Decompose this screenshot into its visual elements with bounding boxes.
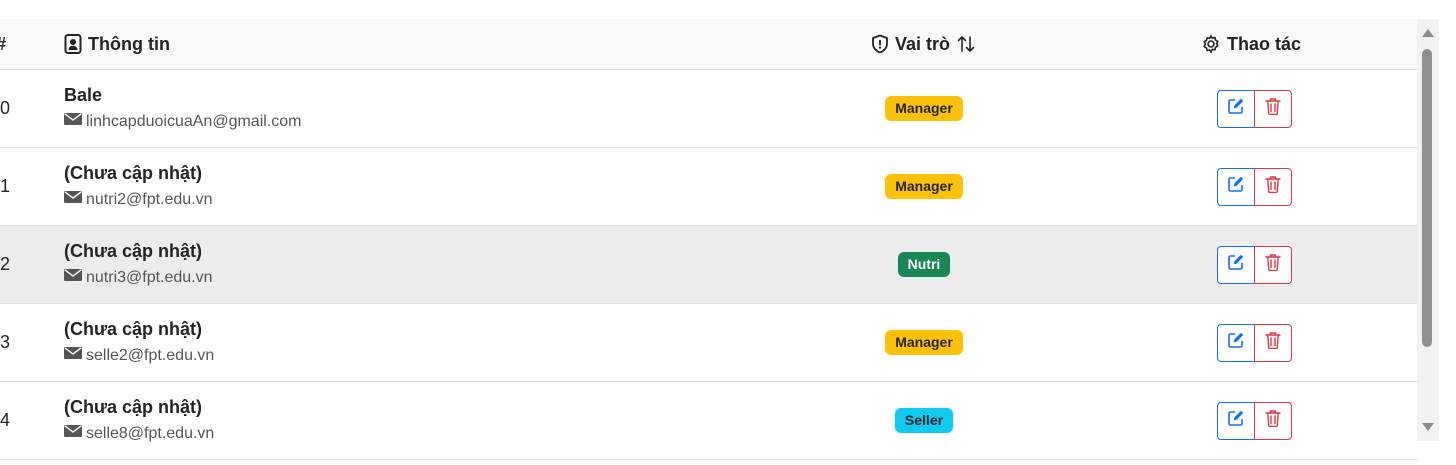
scroll-down-arrow-icon[interactable] xyxy=(1422,423,1434,431)
delete-button[interactable] xyxy=(1254,401,1292,440)
table-row: 2 (Chưa cập nhật) nutri3@fpt.edu.vn Nutr… xyxy=(0,226,1417,304)
header-actions-label: Thao tác xyxy=(1227,33,1302,54)
header-info: Thông tin xyxy=(64,19,170,69)
user-info: Bale linhcapduoicuaAn@gmail.com xyxy=(64,84,301,131)
row-actions xyxy=(1217,226,1292,303)
shield-icon xyxy=(871,34,889,54)
row-index: 0 xyxy=(0,98,11,118)
edit-icon xyxy=(1227,409,1245,432)
edit-button[interactable] xyxy=(1217,401,1255,440)
role-badge: Seller xyxy=(894,408,954,433)
edit-icon xyxy=(1227,97,1245,120)
edit-button[interactable] xyxy=(1217,89,1255,128)
role-cell: Seller xyxy=(864,382,984,459)
trash-icon xyxy=(1265,331,1281,354)
trash-icon xyxy=(1265,409,1281,432)
trash-icon xyxy=(1265,175,1281,198)
user-email: linhcapduoicuaAn@gmail.com xyxy=(64,112,301,131)
user-email: nutri3@fpt.edu.vn xyxy=(64,268,213,287)
row-actions xyxy=(1217,304,1292,381)
table-header: # Thông tin Vai trò Thao tác xyxy=(0,19,1417,70)
row-actions xyxy=(1217,148,1292,225)
header-role[interactable]: Vai trò xyxy=(871,19,976,69)
row-actions xyxy=(1217,382,1292,459)
header-index-label: # xyxy=(0,34,6,55)
user-name: (Chưa cập nhật) xyxy=(64,397,203,417)
user-info: (Chưa cập nhật) nutri2@fpt.edu.vn xyxy=(64,162,213,209)
envelope-icon xyxy=(64,424,82,443)
user-name: Bale xyxy=(64,85,103,105)
contact-card-icon xyxy=(64,34,82,54)
table-row: 3 (Chưa cập nhật) selle2@fpt.edu.vn Mana… xyxy=(0,304,1417,382)
gear-icon xyxy=(1201,34,1221,54)
table-row: 1 (Chưa cập nhật) nutri2@fpt.edu.vn Mana… xyxy=(0,148,1417,226)
users-table: # Thông tin Vai trò Thao tác 0 xyxy=(0,19,1417,465)
table-row: 4 (Chưa cập nhật) selle8@fpt.edu.vn Sell… xyxy=(0,382,1417,460)
edit-icon xyxy=(1227,331,1245,354)
user-name: (Chưa cập nhật) xyxy=(64,241,203,261)
row-index: 3 xyxy=(0,332,11,352)
trash-icon xyxy=(1265,97,1281,120)
user-email: nutri2@fpt.edu.vn xyxy=(64,190,213,209)
role-badge: Manager xyxy=(885,174,963,199)
edit-icon xyxy=(1227,175,1245,198)
row-actions xyxy=(1217,70,1292,147)
role-cell: Manager xyxy=(864,304,984,381)
delete-button[interactable] xyxy=(1254,323,1292,362)
user-email-text: selle2@fpt.edu.vn xyxy=(86,346,215,364)
user-email: selle2@fpt.edu.vn xyxy=(64,346,214,365)
table-row: 0 Bale linhcapduoicuaAn@gmail.com Manage… xyxy=(0,70,1417,148)
user-email-text: selle8@fpt.edu.vn xyxy=(86,424,215,442)
user-info: (Chưa cập nhật) selle8@fpt.edu.vn xyxy=(64,396,214,443)
envelope-icon xyxy=(64,268,82,287)
user-email: selle8@fpt.edu.vn xyxy=(64,424,214,443)
edit-icon xyxy=(1227,253,1245,276)
header-info-label: Thông tin xyxy=(88,33,170,54)
row-index: 2 xyxy=(0,254,11,274)
sort-arrows-icon[interactable] xyxy=(956,34,976,54)
header-role-label: Vai trò xyxy=(895,33,951,54)
delete-button[interactable] xyxy=(1254,245,1292,284)
row-index: 4 xyxy=(0,410,11,430)
envelope-icon xyxy=(64,190,82,209)
header-actions: Thao tác xyxy=(1201,19,1301,69)
user-name: (Chưa cập nhật) xyxy=(64,319,203,339)
row-index: 1 xyxy=(0,176,11,196)
scroll-up-arrow-icon[interactable] xyxy=(1422,29,1434,37)
user-email-text: nutri3@fpt.edu.vn xyxy=(86,268,213,286)
user-info: (Chưa cập nhật) nutri3@fpt.edu.vn xyxy=(64,240,213,287)
edit-button[interactable] xyxy=(1217,167,1255,206)
user-info: (Chưa cập nhật) selle2@fpt.edu.vn xyxy=(64,318,214,365)
edit-button[interactable] xyxy=(1217,245,1255,284)
role-badge: Manager xyxy=(885,330,963,355)
delete-button[interactable] xyxy=(1254,167,1292,206)
scrollbar-thumb[interactable] xyxy=(1422,49,1432,347)
trash-icon xyxy=(1265,253,1281,276)
role-badge: Nutri xyxy=(897,252,951,277)
user-email-text: nutri2@fpt.edu.vn xyxy=(86,190,213,208)
role-cell: Manager xyxy=(864,70,984,147)
header-index: # xyxy=(0,19,6,69)
vertical-scrollbar[interactable] xyxy=(1417,19,1439,441)
delete-button[interactable] xyxy=(1254,89,1292,128)
role-cell: Manager xyxy=(864,148,984,225)
user-email-text: linhcapduoicuaAn@gmail.com xyxy=(86,112,302,130)
envelope-icon xyxy=(64,112,82,131)
user-name: (Chưa cập nhật) xyxy=(64,163,203,183)
envelope-icon xyxy=(64,346,82,365)
role-cell: Nutri xyxy=(864,226,984,303)
role-badge: Manager xyxy=(885,96,963,121)
edit-button[interactable] xyxy=(1217,323,1255,362)
